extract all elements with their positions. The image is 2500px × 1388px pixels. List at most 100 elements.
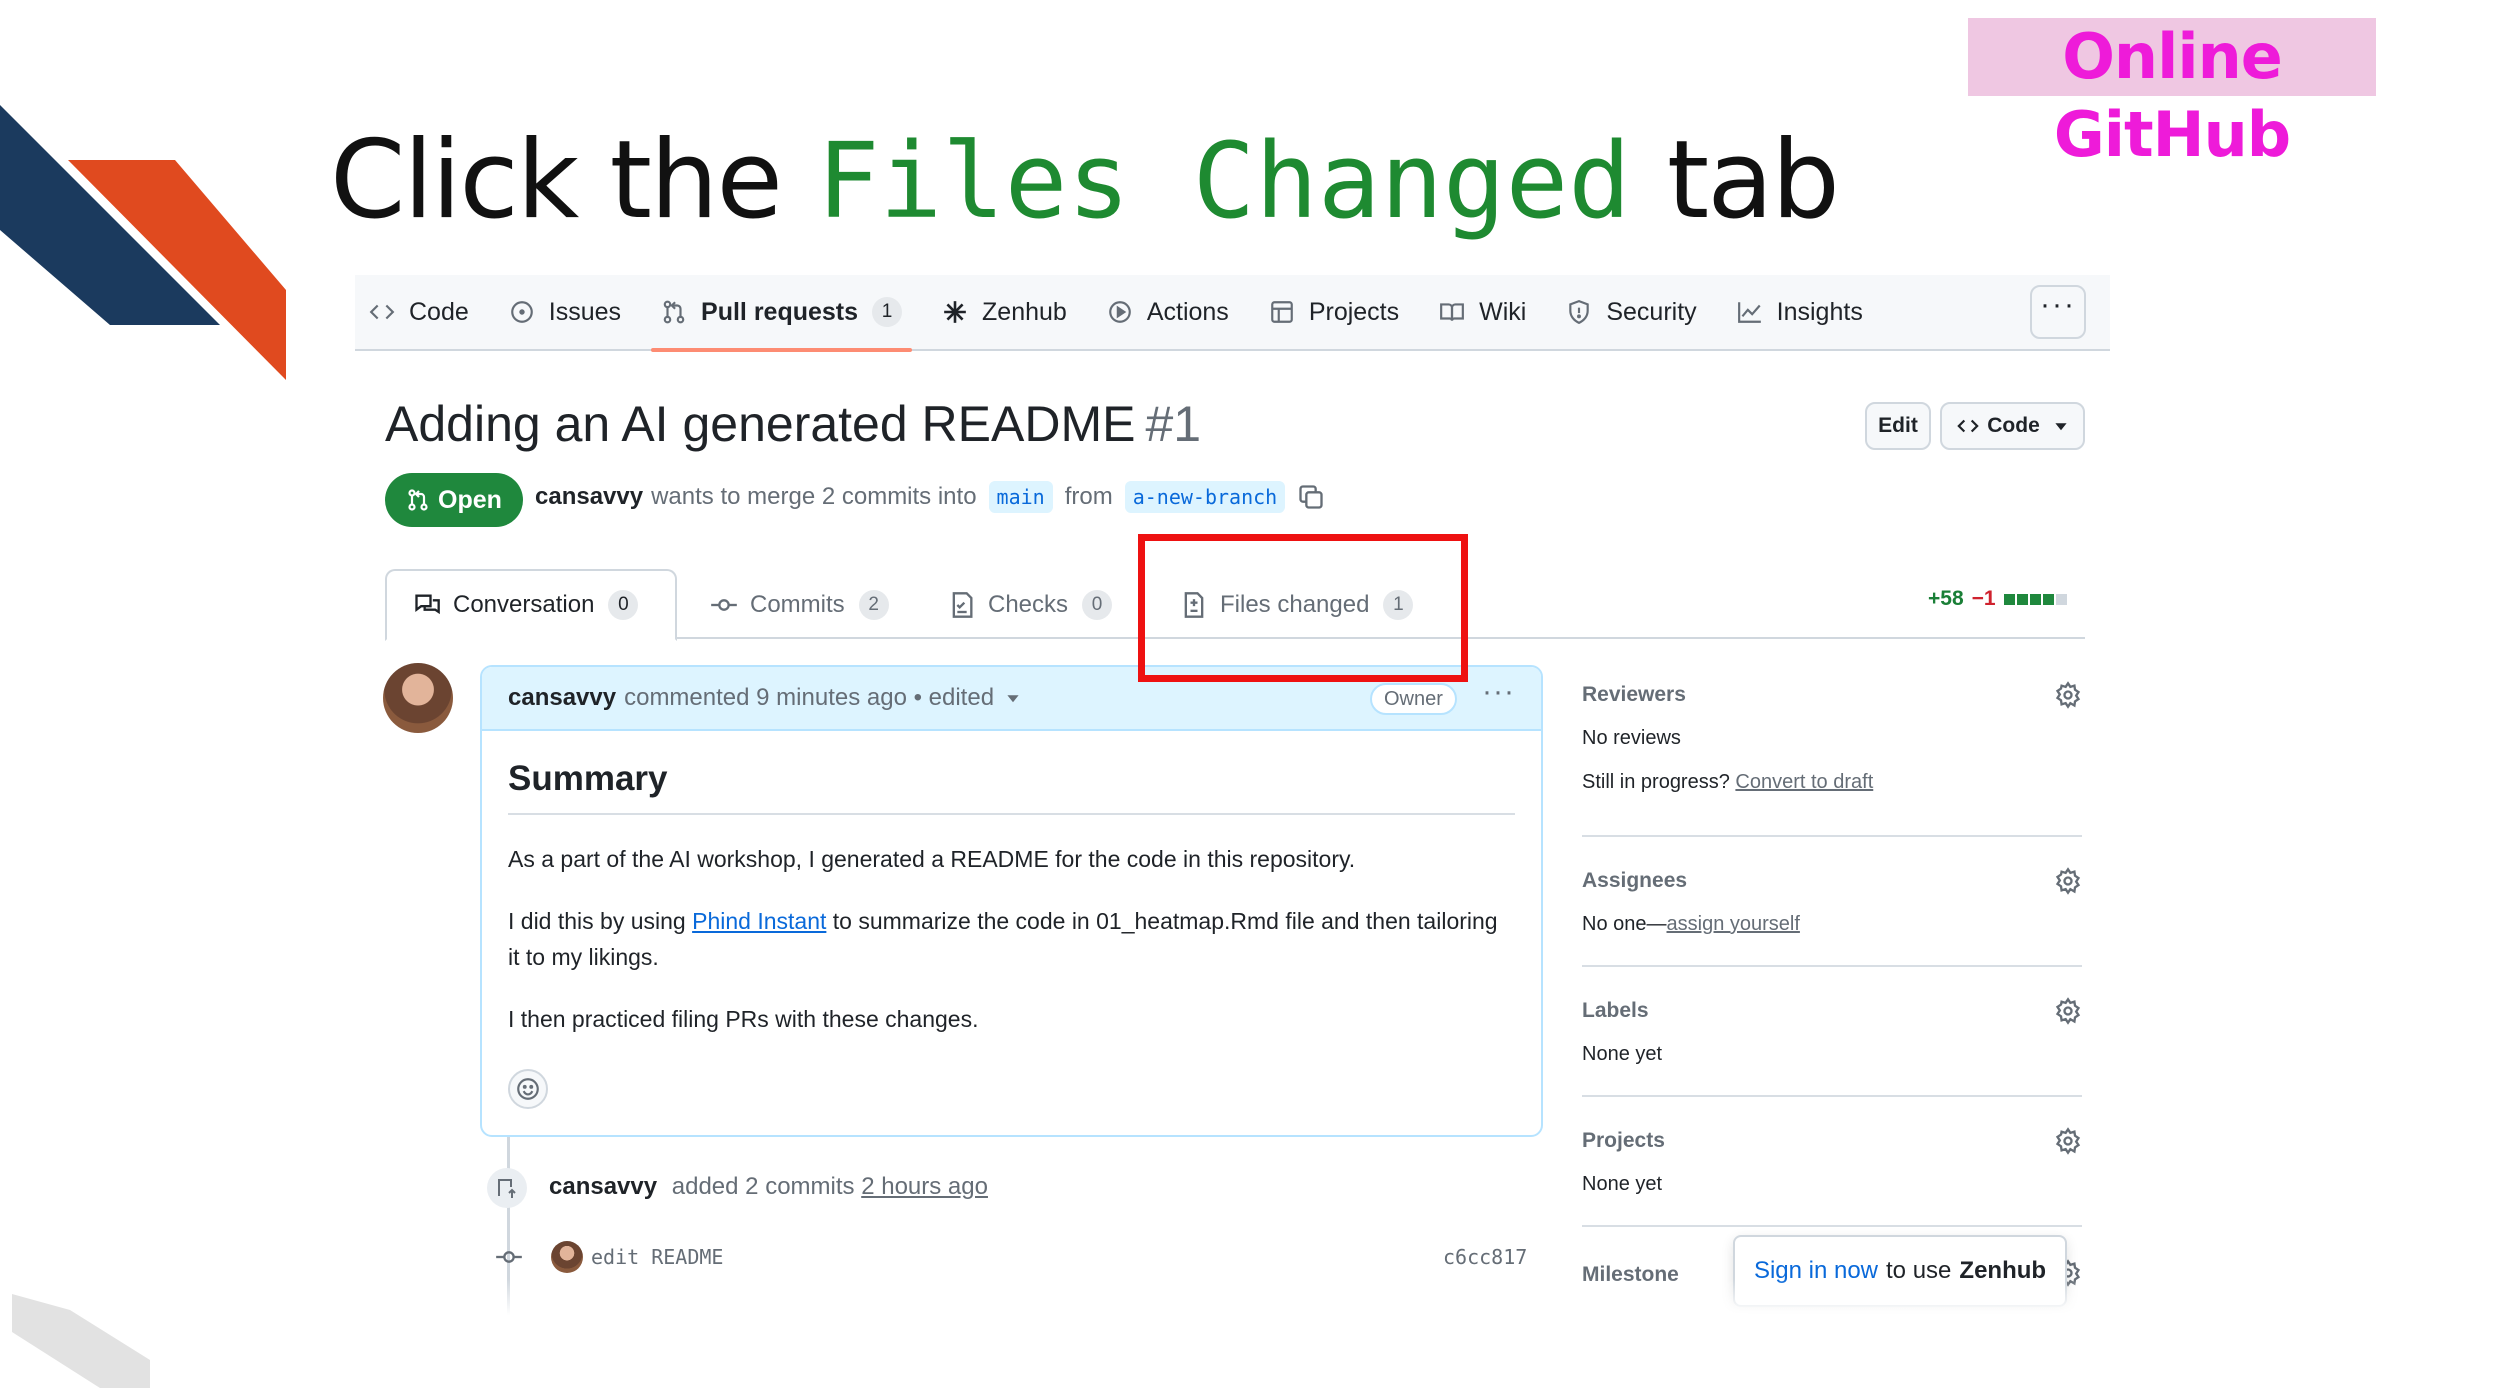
play-icon — [1108, 301, 1131, 323]
nav-insights-label: Insights — [1776, 297, 1863, 326]
tab-checks[interactable]: Checks 0 — [948, 569, 1113, 641]
reviewers-value: No reviews — [1582, 727, 1681, 749]
nav-code[interactable]: Code — [369, 275, 469, 350]
comment-meta[interactable]: commented 9 minutes ago • edited — [624, 684, 994, 712]
timeline-text: added 2 commits — [671, 1173, 855, 1200]
commit-icon — [496, 1251, 522, 1263]
diff-block-added — [2016, 593, 2028, 605]
slide-corner-decoration — [12, 1294, 150, 1388]
phind-instant-link[interactable]: Phind Instant — [692, 908, 826, 934]
nav-issues-label: Issues — [548, 297, 622, 326]
online-github-badge: Online GitHub — [1968, 18, 2376, 171]
diff-block-added — [2003, 593, 2015, 605]
slide-title: Click the Files Changed tab — [330, 118, 1840, 248]
timeline-time-link[interactable]: 2 hours ago — [861, 1173, 988, 1200]
nav-wiki-label: Wiki — [1479, 297, 1527, 326]
diff-block-neutral — [2055, 593, 2067, 605]
tab-conversation-count: 0 — [608, 590, 639, 620]
gear-icon[interactable] — [2054, 1127, 2082, 1155]
comment-paragraph-1: As a part of the AI workshop, I generate… — [508, 846, 1356, 872]
assignees-none: No one— — [1582, 913, 1667, 935]
pr-sidebar: Reviewers No reviews Still in progress? … — [1582, 675, 2082, 1307]
tab-commits-count: 2 — [858, 590, 889, 620]
pr-number: #1 — [1145, 396, 1202, 452]
pr-author-link[interactable]: cansavvy — [535, 483, 643, 511]
commit-row[interactable]: edit README c6cc817 — [495, 1237, 1545, 1277]
assignees-title[interactable]: Assignees — [1582, 869, 1687, 893]
head-branch[interactable]: a-new-branch — [1124, 481, 1286, 513]
commit-sha[interactable]: c6cc817 — [1443, 1245, 1527, 1269]
nav-security[interactable]: Security — [1566, 275, 1697, 350]
caret-down-icon[interactable] — [1006, 691, 1020, 705]
copy-icon[interactable] — [1297, 483, 1325, 511]
reviewers-section: Reviewers No reviews Still in progress? … — [1582, 675, 2082, 837]
projects-value: None yet — [1582, 1173, 1663, 1195]
code-icon — [1957, 419, 1979, 433]
assignees-value: No one—assign yourself — [1582, 913, 1800, 936]
smiley-icon — [517, 1078, 539, 1100]
comment-author[interactable]: cansavvy — [508, 684, 616, 712]
comment-paragraph-2: I did this by using Phind Instant to sum… — [508, 903, 1515, 975]
merge-text: wants to merge 2 commits into — [651, 483, 977, 510]
pull-request-icon — [663, 300, 685, 324]
nav-projects-label: Projects — [1308, 297, 1400, 326]
add-reaction-button[interactable] — [508, 1069, 548, 1109]
repo-nav-more-button[interactable]: ··· — [2030, 285, 2086, 339]
code-dropdown-button[interactable]: Code — [1940, 402, 2085, 450]
edit-button-label: Edit — [1878, 414, 1918, 437]
title-suffix: tab — [1666, 118, 1840, 243]
commit-author-avatar[interactable] — [551, 1241, 583, 1273]
table-icon — [1270, 301, 1293, 323]
github-pr-screenshot: Code Issues Pull requests 1 Zenhub Actio… — [355, 275, 2110, 1315]
convert-to-draft-link[interactable]: Convert to draft — [1735, 771, 1873, 793]
tab-conversation[interactable]: Conversation 0 — [385, 569, 677, 641]
assign-yourself-link[interactable]: assign yourself — [1667, 913, 1800, 935]
comment-author-avatar[interactable] — [383, 663, 453, 733]
pull-requests-count: 1 — [872, 297, 903, 327]
nav-issues[interactable]: Issues — [509, 275, 621, 350]
files-changed-highlight — [1138, 534, 1468, 682]
tab-commits-label: Commits — [750, 591, 845, 618]
nav-zenhub[interactable]: Zenhub — [942, 275, 1067, 350]
gear-icon[interactable] — [2054, 867, 2082, 895]
diff-additions: +58 — [1928, 587, 1964, 610]
comment-body: Summary As a part of the AI workshop, I … — [482, 731, 1541, 1037]
diff-deletions: −1 — [1971, 587, 1996, 610]
nav-actions[interactable]: Actions — [1107, 275, 1229, 350]
caret-down-icon — [2055, 423, 2067, 431]
comment-options-icon[interactable]: ··· — [1482, 675, 1515, 709]
nav-actions-label: Actions — [1146, 297, 1229, 326]
commit-message[interactable]: edit README — [591, 1245, 723, 1269]
nav-code-label: Code — [409, 297, 469, 326]
nav-zenhub-label: Zenhub — [982, 297, 1067, 326]
nav-projects[interactable]: Projects — [1269, 275, 1399, 350]
slide-stripes-decoration — [0, 105, 286, 380]
book-icon — [1440, 303, 1465, 321]
projects-title[interactable]: Projects — [1582, 1129, 1665, 1153]
labels-title[interactable]: Labels — [1582, 999, 1649, 1023]
comment-heading: Summary — [508, 757, 1515, 815]
nav-insights[interactable]: Insights — [1737, 275, 1863, 350]
nav-pull-requests[interactable]: Pull requests 1 — [651, 275, 913, 352]
timeline-author[interactable]: cansavvy — [549, 1173, 657, 1200]
repo-navigation: Code Issues Pull requests 1 Zenhub Actio… — [355, 275, 2110, 352]
edit-button[interactable]: Edit — [1865, 402, 1931, 450]
title-code-text: Files Changed — [816, 120, 1631, 242]
title-prefix: Click the — [330, 118, 783, 243]
checklist-icon — [952, 592, 973, 618]
comment-discussion-icon — [415, 594, 440, 615]
pr-status-badge: Open — [385, 473, 523, 527]
tab-commits[interactable]: Commits 2 — [710, 569, 889, 641]
base-branch[interactable]: main — [988, 481, 1053, 513]
nav-wiki[interactable]: Wiki — [1439, 275, 1526, 350]
pull-request-icon — [408, 489, 428, 511]
assignees-section: Assignees No one—assign yourself — [1582, 837, 2082, 967]
projects-section: Projects None yet — [1582, 1097, 2082, 1227]
tab-checks-count: 0 — [1082, 590, 1113, 620]
nav-pull-requests-label: Pull requests — [701, 297, 859, 326]
gear-icon[interactable] — [2054, 681, 2082, 709]
gear-icon[interactable] — [2054, 997, 2082, 1025]
push-event-icon — [487, 1168, 527, 1208]
reviewers-title[interactable]: Reviewers — [1582, 683, 1686, 707]
draft-line: Still in progress? Convert to draft — [1582, 771, 1873, 794]
